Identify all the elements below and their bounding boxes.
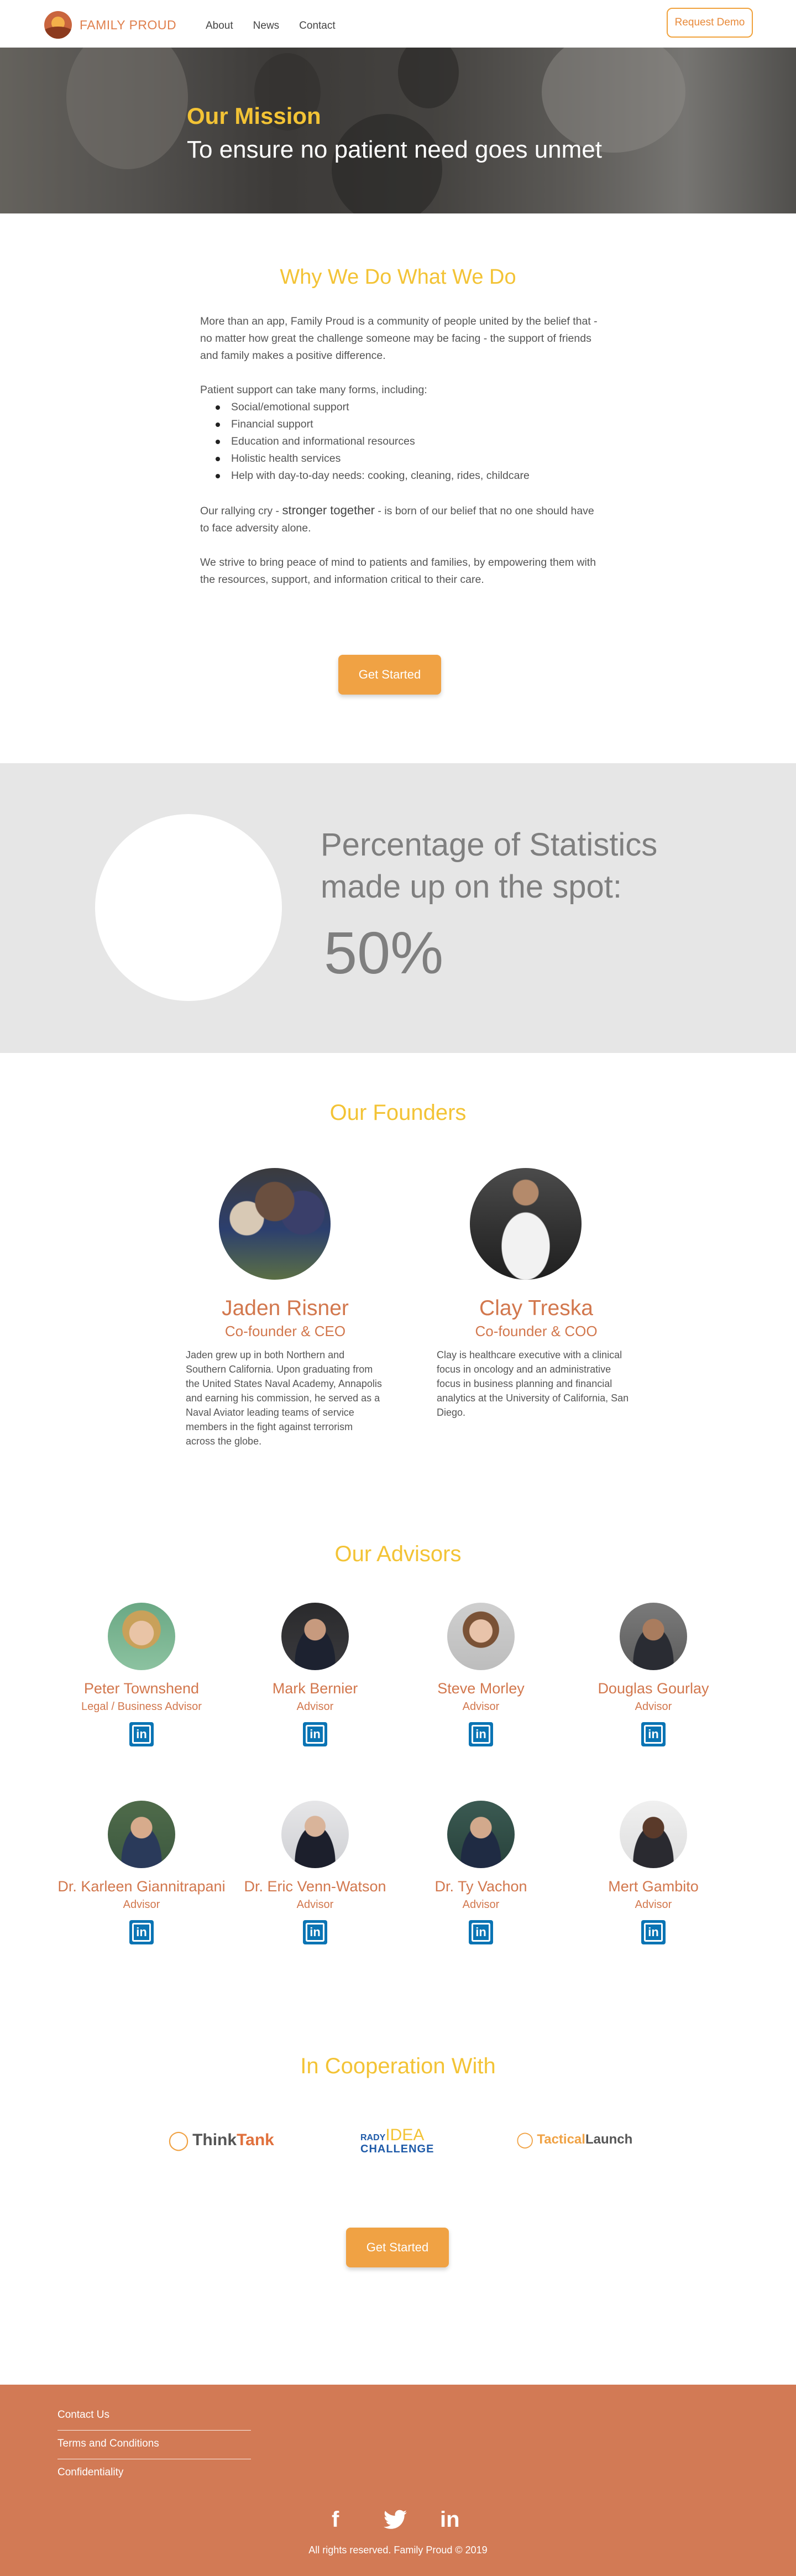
list-item: Help with day-to-day needs: cooking, cle… [200,467,604,484]
founder-photo [219,1168,331,1280]
get-started-button[interactable]: Get Started [346,2228,449,2267]
founder-bio: Jaden grew up in both Northern and South… [186,1349,382,1447]
advisor-name: Dr. Karleen Giannitrapani [57,1878,226,1895]
advisor-name: Steve Morley [437,1680,525,1697]
nav-link-contact[interactable]: Contact [299,20,335,32]
advisor-role: Advisor [296,1899,334,1911]
advisor-card: Dr. Eric Venn-Watson Advisor in [227,1801,404,1944]
top-navbar: FAMILY PROUD About News Contact Request … [0,0,796,48]
why-paragraph-2: Patient support can take many forms, inc… [200,384,427,396]
advisor-card: Dr. Ty Vachon Advisor in [392,1801,569,1944]
lightbulb-icon: ◯ [168,2130,190,2151]
advisor-photo [447,1801,515,1868]
linkedin-footer-icon[interactable]: in [440,2507,460,2532]
cooperation-title: In Cooperation With [300,2054,496,2078]
nav-links: About News Contact [206,20,336,32]
advisor-photo [281,1801,349,1868]
advisor-card: Mert Gambito Advisor in [565,1801,742,1944]
founder-role: Co-founder & CEO [224,1323,346,1339]
advisor-photo [108,1603,175,1670]
get-started-button[interactable]: Get Started [338,655,441,695]
why-paragraph-4: We strive to bring peace of mind to pati… [200,556,596,586]
advisor-photo [281,1603,349,1670]
hero-title: To ensure no patient need goes unmet [187,136,602,163]
advisor-photo [447,1603,515,1670]
stats-heading: Percentage of Statistics made up on the … [321,827,658,905]
stats-section: Percentage of Statistics made up on the … [0,763,796,1053]
advisor-name: Douglas Gourlay [598,1680,709,1697]
list-item: Education and informational resources [200,433,604,450]
advisor-name: Peter Townshend [83,1680,200,1697]
linkedin-icon[interactable]: in [303,1722,327,1746]
nav-link-about[interactable]: About [206,20,233,32]
advisor-card: Steve Morley Advisor in [392,1603,569,1746]
linkedin-icon[interactable]: in [641,1722,666,1746]
advisor-card: Douglas Gourlay Advisor in [565,1603,742,1746]
founder-card: Clay Treska Co-founder & COO Clay is hea… [437,1168,636,1420]
nav-link-news[interactable]: News [253,20,280,32]
twitter-icon[interactable] [384,2510,407,2535]
partner-logo-rady-idea-challenge[interactable]: RADYIDEA CHALLENGE [360,2127,434,2155]
list-item: Financial support [200,416,604,433]
linkedin-icon[interactable]: in [469,1722,493,1746]
why-section-body: More than an app, Family Proud is a comm… [200,313,604,606]
linkedin-icon[interactable]: in [129,1920,154,1944]
founder-card: Jaden Risner Co-founder & CEO Jaden grew… [186,1168,385,1448]
advisor-name: Dr. Ty Vachon [434,1878,527,1895]
brand-name: FAMILY PROUD [80,17,177,32]
hero-kicker: Our Mission [187,103,321,129]
founder-bio: Clay is healthcare executive with a clin… [437,1349,629,1418]
linkedin-icon[interactable]: in [303,1920,327,1944]
advisor-role: Advisor [635,1701,672,1713]
advisor-card: Dr. Karleen Giannitrapani Advisor in [53,1801,230,1944]
hero-banner: Our Mission To ensure no patient need go… [0,48,796,213]
family-proud-logo-icon [44,11,72,39]
founder-photo [470,1168,582,1280]
linkedin-icon[interactable]: in [469,1920,493,1944]
advisor-name: Mark Bernier [272,1680,358,1697]
advisor-name: Dr. Eric Venn-Watson [244,1878,386,1895]
founder-name: Jaden Risner [222,1296,349,1320]
linkedin-icon[interactable]: in [641,1920,666,1944]
advisor-photo [620,1603,687,1670]
advisor-role: Advisor [123,1899,160,1911]
why-paragraph-1: More than an app, Family Proud is a comm… [200,315,598,362]
founder-name: Clay Treska [479,1296,593,1320]
advisor-role: Legal / Business Advisor [81,1701,202,1713]
copyright-text: All rights reserved. Family Proud © 2019 [308,2544,488,2556]
founders-title: Our Founders [329,1101,467,1125]
rallying-cry: stronger together [282,503,375,517]
footer-link-confidentiality[interactable]: Confidentiality [57,2467,251,2488]
why-paragraph-3: Our rallying cry - stronger together - i… [200,503,594,534]
brand-logo[interactable]: FAMILY PROUD [44,11,176,39]
advisor-card: Mark Bernier Advisor in [227,1603,404,1746]
stats-circle-graphic [95,814,282,1001]
advisor-role: Advisor [635,1899,672,1911]
request-demo-button[interactable]: Request Demo [667,8,753,38]
list-item: Social/emotional support [200,399,604,416]
partner-logo-tacticallaunch[interactable]: ◯ Tactical Launch [516,2130,632,2149]
stats-value: 50% [324,919,444,986]
support-forms-list: Social/emotional support Financial suppo… [200,399,604,484]
advisor-photo [108,1801,175,1868]
advisor-name: Mert Gambito [608,1878,699,1895]
advisor-role: Advisor [296,1701,334,1713]
founder-role: Co-founder & COO [475,1323,598,1339]
facebook-icon[interactable]: f [332,2507,339,2532]
footer-link-contact-us[interactable]: Contact Us [57,2409,251,2431]
advisor-role: Advisor [462,1899,500,1911]
advisor-photo [620,1801,687,1868]
linkedin-icon[interactable]: in [129,1722,154,1746]
advisor-card: Peter Townshend Legal / Business Advisor… [53,1603,230,1746]
lightbulb-icon: ◯ [516,2131,534,2148]
footer-link-terms[interactable]: Terms and Conditions [57,2438,251,2459]
advisors-title: Our Advisors [334,1542,462,1566]
footer: Contact Us Terms and Conditions Confiden… [0,2385,796,2576]
advisor-role: Advisor [462,1701,500,1713]
partner-logo-thinktank[interactable]: ◯ Think Tank [168,2129,274,2151]
why-section-title: Why We Do What We Do [280,265,516,289]
list-item: Holistic health services [200,450,604,467]
